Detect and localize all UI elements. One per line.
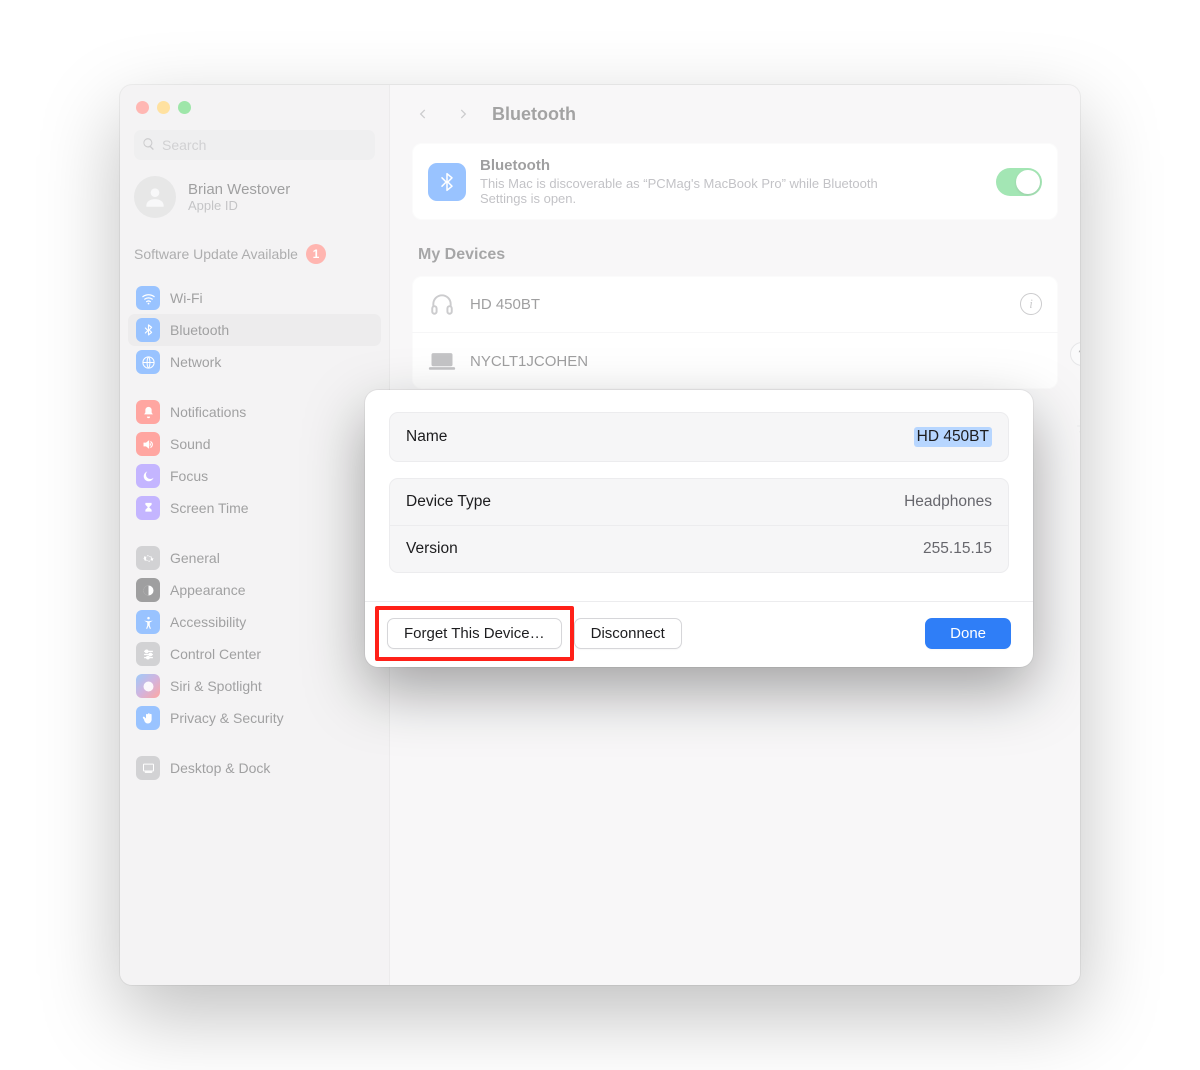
avatar xyxy=(134,176,176,218)
device-name: HD 450BT xyxy=(470,296,540,313)
sidebar-item-accessibility[interactable]: Accessibility xyxy=(128,606,381,638)
content-header: Bluetooth xyxy=(390,85,1080,139)
sidebar-item-screen-time[interactable]: Screen Time xyxy=(128,492,381,524)
sidebar-item-label: Control Center xyxy=(170,646,261,662)
sidebar-item-label: Desktop & Dock xyxy=(170,760,270,776)
sidebar-item-label: Bluetooth xyxy=(170,322,229,338)
modal-type-row: Device Type Headphones xyxy=(390,479,1008,526)
search-icon xyxy=(142,137,162,154)
sidebar-item-label: Wi-Fi xyxy=(170,290,203,306)
device-name: NYCLT1JCOHEN xyxy=(470,353,588,370)
sidebar-item-label: Focus xyxy=(170,468,208,484)
sliders-icon xyxy=(136,642,160,666)
system-settings-window: Brian Westover Apple ID Software Update … xyxy=(120,85,1080,985)
forget-device-button[interactable]: Forget This Device… xyxy=(387,618,562,649)
hourglass-icon xyxy=(136,496,160,520)
sidebar-item-label: Screen Time xyxy=(170,500,249,516)
sidebar-item-label: Appearance xyxy=(170,582,246,598)
account-name: Brian Westover xyxy=(188,181,290,198)
sidebar-item-label: Siri & Spotlight xyxy=(170,678,262,694)
sidebar-item-network[interactable]: Network xyxy=(128,346,381,378)
headphones-icon xyxy=(428,290,456,318)
device-row[interactable]: NYCLT1JCOHEN xyxy=(412,333,1058,389)
bluetooth-icon xyxy=(428,163,466,201)
globe-icon xyxy=(136,350,160,374)
modal-version-label: Version xyxy=(406,540,458,558)
device-row[interactable]: HD 450BT i xyxy=(412,276,1058,333)
loading-spinner-icon xyxy=(1076,416,1080,436)
sidebar-item-sound[interactable]: Sound xyxy=(128,428,381,460)
forward-button[interactable] xyxy=(452,103,474,125)
sidebar-item-desktop-dock[interactable]: Desktop & Dock xyxy=(128,752,381,784)
sound-icon xyxy=(136,432,160,456)
update-badge: 1 xyxy=(306,244,326,264)
device-info-modal: Name HD 450BT Device Type Headphones Ver… xyxy=(365,390,1033,667)
modal-type-value: Headphones xyxy=(904,493,992,511)
bluetooth-card-title: Bluetooth xyxy=(480,157,920,174)
modal-name-value[interactable]: HD 450BT xyxy=(914,427,992,447)
device-info-button[interactable]: i xyxy=(1020,293,1042,315)
account-sub: Apple ID xyxy=(188,198,290,213)
sidebar-item-appearance[interactable]: Appearance xyxy=(128,574,381,606)
sidebar-item-label: Notifications xyxy=(170,404,246,420)
done-button[interactable]: Done xyxy=(925,618,1011,649)
help-button[interactable]: ? xyxy=(1070,342,1080,366)
search-input[interactable] xyxy=(162,137,367,153)
minimize-window-button[interactable] xyxy=(157,101,170,114)
disconnect-button[interactable]: Disconnect xyxy=(574,618,682,649)
hand-icon xyxy=(136,706,160,730)
sidebar-item-siri-spotlight[interactable]: Siri & Spotlight xyxy=(128,670,381,702)
search-field[interactable] xyxy=(134,130,375,160)
modal-version-row: Version 255.15.15 xyxy=(390,526,1008,572)
account-row[interactable]: Brian Westover Apple ID xyxy=(120,170,389,236)
maximize-window-button[interactable] xyxy=(178,101,191,114)
bluetooth-toggle[interactable] xyxy=(996,168,1042,196)
accessibility-icon xyxy=(136,610,160,634)
bluetooth-status-card: Bluetooth This Mac is discoverable as “P… xyxy=(412,143,1058,220)
devices-list: HD 450BTiNYCLT1JCOHEN ? xyxy=(412,276,1058,389)
appearance-icon xyxy=(136,578,160,602)
gear-icon xyxy=(136,546,160,570)
sidebar-item-label: General xyxy=(170,550,220,566)
software-update-label: Software Update Available xyxy=(134,246,298,262)
moon-icon xyxy=(136,464,160,488)
my-devices-title: My Devices xyxy=(390,238,1080,272)
sidebar-item-control-center[interactable]: Control Center xyxy=(128,638,381,670)
sidebar-item-label: Accessibility xyxy=(170,614,246,630)
siri-icon xyxy=(136,674,160,698)
back-button[interactable] xyxy=(412,103,434,125)
modal-version-value: 255.15.15 xyxy=(923,540,992,558)
laptop-icon xyxy=(428,347,456,375)
wifi-icon xyxy=(136,286,160,310)
sidebar-item-wi-fi[interactable]: Wi-Fi xyxy=(128,282,381,314)
sidebar-item-bluetooth[interactable]: Bluetooth xyxy=(128,314,381,346)
bluetooth-icon xyxy=(136,318,160,342)
sidebar-item-general[interactable]: General xyxy=(128,542,381,574)
software-update-row[interactable]: Software Update Available 1 xyxy=(120,236,389,278)
sidebar-item-focus[interactable]: Focus xyxy=(128,460,381,492)
dock-icon xyxy=(136,756,160,780)
modal-type-label: Device Type xyxy=(406,493,491,511)
sidebar-item-privacy-security[interactable]: Privacy & Security xyxy=(128,702,381,734)
sidebar: Brian Westover Apple ID Software Update … xyxy=(120,85,390,985)
modal-name-label: Name xyxy=(406,428,447,446)
page-title: Bluetooth xyxy=(492,104,576,125)
sidebar-item-notifications[interactable]: Notifications xyxy=(128,396,381,428)
sidebar-item-label: Privacy & Security xyxy=(170,710,284,726)
close-window-button[interactable] xyxy=(136,101,149,114)
bell-icon xyxy=(136,400,160,424)
bluetooth-card-sub: This Mac is discoverable as “PCMag's Mac… xyxy=(480,176,920,206)
sidebar-item-label: Network xyxy=(170,354,221,370)
sidebar-item-label: Sound xyxy=(170,436,210,452)
traffic-lights xyxy=(120,85,389,126)
modal-name-row[interactable]: Name HD 450BT xyxy=(390,413,1008,461)
